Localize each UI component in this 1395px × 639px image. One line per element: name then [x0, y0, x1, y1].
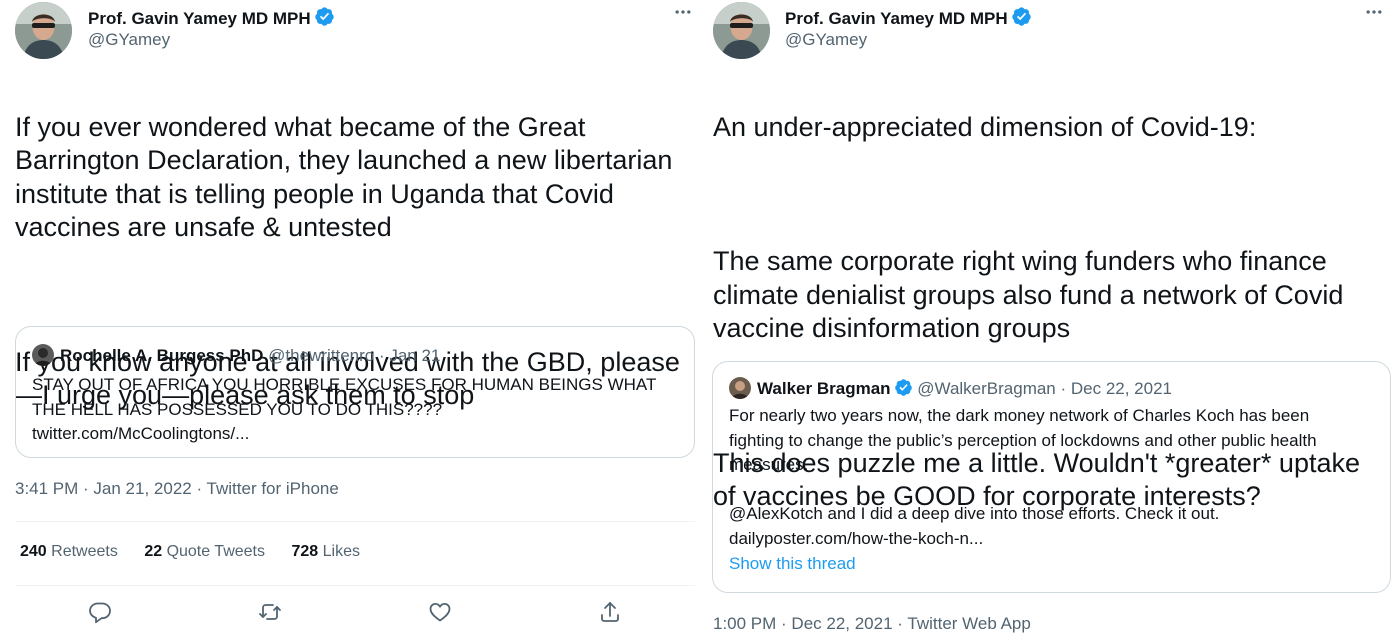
author-handle[interactable]: @GYamey [88, 30, 170, 50]
tweet-paragraph: If you ever wondered what became of the … [15, 111, 673, 243]
quote-tweets-stat[interactable]: 22 Quote Tweets [144, 543, 265, 560]
tweet-timestamp: 3:41 PM · Jan 21, 2022 · Twitter for iPh… [15, 479, 339, 498]
show-thread-link[interactable]: Show this thread [729, 554, 856, 574]
quoted-tweet-text: STAY OUT OF AFRICA YOU HORRIBLE EXCUSES … [32, 375, 657, 443]
tweet-1: Prof. Gavin Yamey MD MPH @GYamey If you … [0, 0, 700, 639]
retweet-icon [259, 604, 281, 620]
quote-tweets-label: Quote Tweets [166, 543, 265, 560]
reply-icon [89, 602, 111, 624]
tweet-stats: 240 Retweets 22 Quote Tweets 728 Likes [20, 543, 382, 561]
tweet-paragraph: An under-appreciated dimension of Covid-… [713, 111, 1257, 142]
quoted-tweet-header: Rochelle A. Burgess PhD @thewrittenro · … [32, 344, 440, 366]
author-avatar[interactable] [713, 2, 770, 59]
author-name-text[interactable]: Prof. Gavin Yamey MD MPH [88, 9, 311, 28]
timestamp-date[interactable]: Dec 22, 2021 [791, 614, 892, 633]
quoted-tweet-header: Walker Bragman @WalkerBragman · Dec 22, … [729, 377, 1172, 402]
likes-label: Likes [322, 543, 360, 560]
retweets-stat[interactable]: 240 Retweets [20, 543, 118, 560]
author-handle[interactable]: @GYamey [785, 30, 867, 50]
tweet-source[interactable]: Twitter for iPhone [207, 479, 339, 498]
more-options-button[interactable] [1364, 2, 1384, 28]
tweet-2: Prof. Gavin Yamey MD MPH @GYamey An unde… [700, 0, 1395, 639]
share-icon [601, 602, 619, 622]
quoted-tweet[interactable]: Rochelle A. Burgess PhD @thewrittenro · … [15, 326, 695, 458]
reply-button[interactable] [86, 598, 114, 626]
likes-count: 728 [291, 543, 319, 560]
quoted-tweet[interactable]: Walker Bragman @WalkerBragman · Dec 22, … [712, 361, 1391, 593]
author-avatar[interactable] [15, 2, 72, 59]
divider [15, 521, 695, 522]
quoted-author-name[interactable]: Walker Bragman [757, 379, 891, 398]
quote-tweets-count: 22 [144, 543, 163, 560]
timestamp-time[interactable]: 1:00 PM [713, 614, 776, 633]
retweets-label: Retweets [51, 543, 118, 560]
tweet-timestamp: 1:00 PM · Dec 22, 2021 · Twitter Web App [713, 614, 1031, 633]
quoted-meta: @WalkerBragman · Dec 22, 2021 [917, 379, 1172, 398]
quoted-tweet-text: For nearly two years now, the dark money… [729, 406, 1317, 548]
tweet-paragraph: The same corporate right wing funders wh… [713, 245, 1344, 344]
retweets-count: 240 [20, 543, 47, 560]
quoted-author-avatar[interactable] [32, 344, 54, 366]
more-options-button[interactable] [673, 2, 693, 28]
heart-icon [429, 603, 451, 622]
tweet-source[interactable]: Twitter Web App [907, 614, 1030, 633]
verified-badge-icon [314, 6, 335, 32]
quoted-author-name[interactable]: Rochelle A. Burgess PhD [60, 346, 263, 365]
author-name[interactable]: Prof. Gavin Yamey MD MPH [88, 6, 335, 32]
divider [15, 585, 695, 586]
quoted-meta: @thewrittenro · Jan 21 [268, 346, 441, 365]
more-horizontal-icon [675, 10, 691, 14]
share-button[interactable] [596, 598, 624, 626]
verified-badge-icon [1011, 6, 1032, 32]
timestamp-date[interactable]: Jan 21, 2022 [93, 479, 191, 498]
more-horizontal-icon [1366, 10, 1382, 14]
likes-stat[interactable]: 728 Likes [291, 543, 360, 560]
quoted-author-avatar[interactable] [729, 377, 751, 399]
author-name-text[interactable]: Prof. Gavin Yamey MD MPH [785, 9, 1008, 28]
retweet-button[interactable] [256, 598, 284, 626]
author-name[interactable]: Prof. Gavin Yamey MD MPH [785, 6, 1032, 32]
timestamp-time[interactable]: 3:41 PM [15, 479, 78, 498]
like-button[interactable] [426, 598, 454, 626]
verified-badge-icon [894, 378, 913, 402]
